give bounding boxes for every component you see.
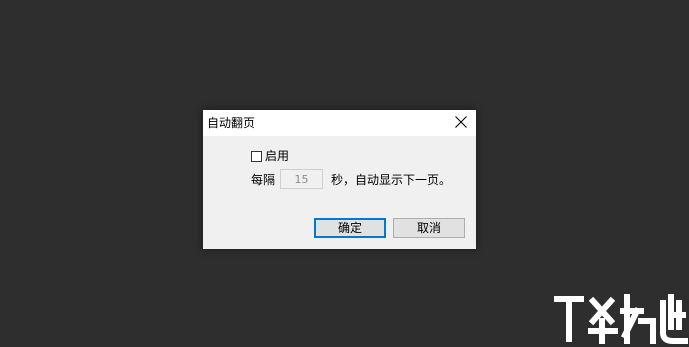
cancel-button[interactable]: 取消	[393, 218, 465, 238]
dialog-title: 自动翻页	[207, 116, 256, 130]
interval-seconds-input[interactable]	[280, 169, 323, 189]
auto-page-turn-dialog: 自动翻页 启用 每隔 秒，自动显示下一页。 确定 取消	[203, 110, 476, 249]
interval-suffix-label: 秒，自动显示下一页。	[331, 173, 452, 187]
close-button[interactable]	[446, 110, 476, 136]
interval-prefix-label: 每隔	[251, 173, 276, 187]
enable-label[interactable]: 启用	[265, 149, 289, 163]
enable-row: 启用	[251, 149, 289, 163]
enable-checkbox[interactable]	[251, 150, 262, 162]
close-icon	[455, 116, 467, 128]
site-logo-watermark-icon	[554, 294, 688, 344]
ok-button[interactable]: 确定	[314, 218, 386, 238]
dialog-titlebar: 自动翻页	[203, 110, 476, 136]
